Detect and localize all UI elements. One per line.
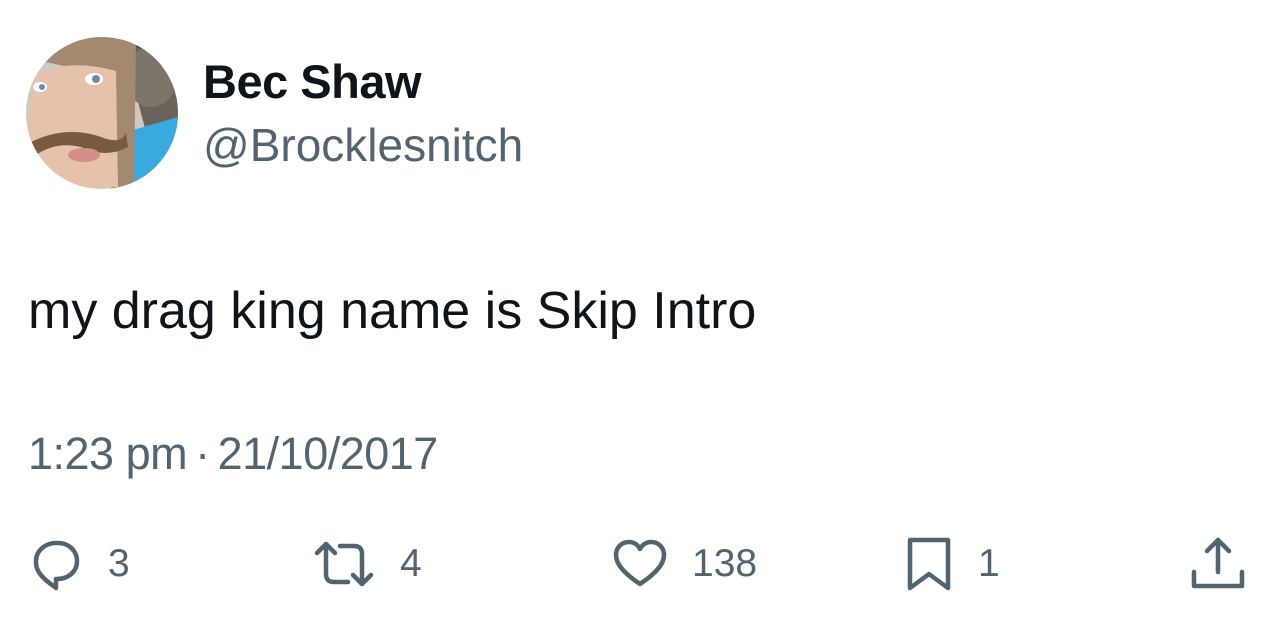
tweet-time: 1:23 pm: [28, 428, 188, 479]
reply-icon: [28, 536, 84, 592]
heart-icon: [612, 536, 668, 592]
bookmark-count: 1: [978, 542, 1000, 585]
author-handle[interactable]: @Brocklesnitch: [203, 117, 523, 173]
reply-button[interactable]: 3: [28, 536, 130, 592]
tweet-text: my drag king name is Skip Intro: [28, 282, 757, 340]
tweet-card: Bec Shaw @Brocklesnitch my drag king nam…: [0, 0, 1284, 644]
avatar[interactable]: [26, 37, 178, 189]
author-display-name[interactable]: Bec Shaw: [203, 54, 422, 110]
retweet-count: 4: [400, 542, 422, 585]
timestamp-separator: ·: [195, 428, 210, 479]
reply-count: 3: [108, 542, 130, 585]
tweet-timestamp[interactable]: 1:23 pm · 21/10/2017: [28, 426, 438, 482]
tweet-date: 21/10/2017: [217, 428, 439, 479]
share-button[interactable]: [1188, 536, 1248, 592]
retweet-icon: [312, 536, 376, 592]
share-icon: [1188, 536, 1248, 592]
like-count: 138: [692, 542, 758, 585]
retweet-button[interactable]: 4: [312, 536, 422, 592]
bookmark-button[interactable]: 1: [904, 536, 1000, 592]
bookmark-icon: [904, 534, 954, 594]
like-button[interactable]: 138: [612, 536, 757, 592]
